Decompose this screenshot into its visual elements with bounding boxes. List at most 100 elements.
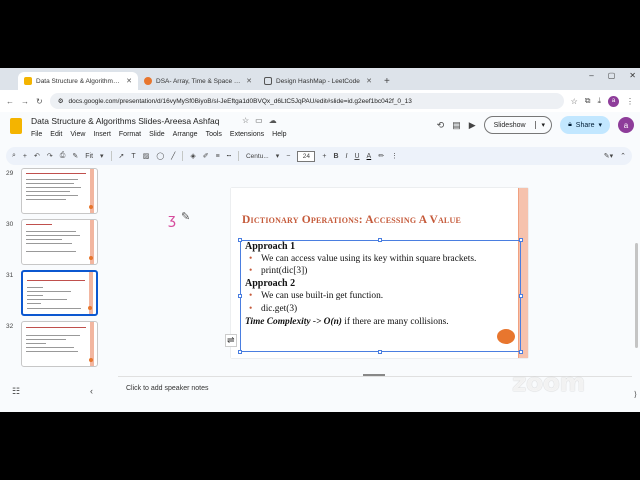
underline-icon[interactable]: U <box>354 153 359 160</box>
star-icon[interactable]: ☆ <box>242 116 249 125</box>
slide-body[interactable]: Approach 1 We can access value using its… <box>245 240 517 329</box>
slideshow-dropdown-icon[interactable]: ▾ <box>534 121 552 129</box>
image-icon[interactable]: ▨ <box>143 152 150 160</box>
history-icon[interactable]: ⟲ <box>437 120 445 131</box>
close-tab-icon[interactable]: ✕ <box>126 77 132 85</box>
resize-handle[interactable] <box>378 350 382 354</box>
font-size-increase-icon[interactable]: + <box>322 153 326 160</box>
minimize-icon[interactable]: – <box>589 71 593 80</box>
user-avatar[interactable]: a <box>618 117 634 133</box>
menu-file[interactable]: File <box>31 131 42 138</box>
redo-icon[interactable]: ↷ <box>47 152 53 160</box>
print-icon[interactable]: ⎙ <box>60 152 66 160</box>
menu-format[interactable]: Format <box>119 131 141 138</box>
undo-icon[interactable]: ↶ <box>34 152 40 160</box>
collapse-filmstrip-icon[interactable]: ‹ <box>90 386 93 396</box>
slide-thumbnail-selected[interactable] <box>21 270 98 316</box>
bold-icon[interactable]: B <box>333 153 338 160</box>
collapse-toolbar-icon[interactable]: ⌃ <box>620 152 626 160</box>
close-tab-icon[interactable]: ✕ <box>366 77 372 85</box>
share-button[interactable]: 🔒︎ Share ▾ <box>560 116 610 134</box>
more-options-icon[interactable]: ⋮ <box>391 152 398 160</box>
menu-extensions[interactable]: Extensions <box>230 131 264 138</box>
maximize-icon[interactable]: ▢ <box>608 71 616 80</box>
slide-thumbnail-row[interactable]: 32 <box>0 321 104 369</box>
border-dash-icon[interactable]: ┅ <box>227 152 231 160</box>
resize-handle[interactable] <box>238 238 242 242</box>
close-tab-icon[interactable]: ✕ <box>246 77 252 85</box>
slide-title[interactable]: Dictionary Operations: Accessing A Value <box>242 214 461 226</box>
profile-avatar[interactable]: a <box>608 95 619 107</box>
browser-menu-icon[interactable]: ⋮ <box>626 97 634 106</box>
meet-icon[interactable]: ▶ <box>469 120 476 131</box>
highlight-icon[interactable]: ✏ <box>378 152 384 160</box>
fill-color-icon[interactable]: ◈ <box>190 152 195 160</box>
document-title[interactable]: Data Structure & Algorithms Slides-Arees… <box>31 116 220 126</box>
font-dropdown-icon[interactable]: ▾ <box>276 152 280 160</box>
resize-handle[interactable] <box>519 294 523 298</box>
reload-icon[interactable]: ↻ <box>36 97 43 106</box>
vertical-scrollbar[interactable] <box>635 243 638 348</box>
cloud-saved-icon[interactable]: ☁ <box>269 116 277 125</box>
border-weight-icon[interactable]: ≡ <box>216 153 220 160</box>
slide-thumbnail[interactable] <box>21 168 98 214</box>
browser-tab-dsa[interactable]: DSA- Array, Time & Space Com ✕ <box>138 72 258 90</box>
extensions-icon[interactable]: ⧉ <box>585 96 591 106</box>
menu-arrange[interactable]: Arrange <box>173 131 198 138</box>
zoom-dropdown-icon[interactable]: ▾ <box>100 152 104 160</box>
browser-tab-slides[interactable]: Data Structure & Algorithms Sl ✕ <box>18 72 138 90</box>
editing-mode-icon[interactable]: ✎▾ <box>604 152 613 160</box>
slideshow-button[interactable]: Slideshow ▾ <box>483 116 553 134</box>
menu-help[interactable]: Help <box>272 131 286 138</box>
bookmark-star-icon[interactable]: ☆ <box>571 97 578 106</box>
menu-insert[interactable]: Insert <box>93 131 111 138</box>
font-select[interactable]: Centu... <box>246 153 269 160</box>
shape-icon[interactable]: ◯ <box>156 152 164 160</box>
slides-logo-icon[interactable] <box>10 118 22 134</box>
resize-handle[interactable] <box>519 350 523 354</box>
share-dropdown-icon[interactable]: ▾ <box>598 121 602 129</box>
download-icon[interactable]: ⤓ <box>597 96 601 106</box>
current-slide[interactable]: Dictionary Operations: Accessing A Value… <box>231 188 528 358</box>
resize-handle[interactable] <box>519 238 523 242</box>
back-icon[interactable]: ← <box>6 97 14 106</box>
text-color-icon[interactable]: A <box>367 153 372 160</box>
slide-thumbnail[interactable] <box>21 219 98 265</box>
slide-thumbnail-row[interactable]: 30 <box>0 219 104 267</box>
zoom-select[interactable]: Fit <box>85 153 93 160</box>
font-size-decrease-icon[interactable]: − <box>286 153 290 160</box>
resize-handle[interactable] <box>238 294 242 298</box>
slide-thumbnail-row[interactable]: 29 <box>0 168 104 216</box>
paint-format-icon[interactable]: ✎ <box>72 152 78 160</box>
resize-handle[interactable] <box>238 350 242 354</box>
slide-thumbnail[interactable] <box>21 321 98 367</box>
text-options-icon[interactable]: ⇌ <box>225 334 237 347</box>
site-info-icon[interactable]: ⚙ <box>58 97 64 105</box>
menu-slide[interactable]: Slide <box>149 131 165 138</box>
notes-resize-grip[interactable] <box>363 374 385 376</box>
url-field[interactable]: ⚙ docs.google.com/presentation/d/16vyMyS… <box>49 93 564 109</box>
menu-tools[interactable]: Tools <box>206 131 222 138</box>
pencil-icon[interactable]: ✎ <box>181 210 190 223</box>
search-menus-icon[interactable]: ⌕ <box>12 152 16 160</box>
grid-view-icon[interactable]: ☷ <box>12 386 20 397</box>
move-folder-icon[interactable]: ▭ <box>255 116 263 125</box>
side-panel-toggle-icon[interactable]: ⟩ <box>634 390 637 399</box>
italic-icon[interactable]: I <box>346 153 348 160</box>
menu-view[interactable]: View <box>70 131 85 138</box>
select-cursor-icon[interactable]: ➚ <box>119 152 125 160</box>
border-color-icon[interactable]: ✐ <box>203 152 209 160</box>
new-tab-button[interactable]: + <box>378 76 396 90</box>
text-box-icon[interactable]: T <box>131 153 135 160</box>
slide-canvas[interactable]: ʒ ✎ Dictionary Operations: Accessing A V… <box>118 180 632 360</box>
thumbnail-line <box>26 231 76 232</box>
new-slide-icon[interactable]: + <box>23 153 27 160</box>
browser-tab-leetcode[interactable]: Design HashMap - LeetCode ✕ <box>258 72 378 90</box>
font-size-input[interactable]: 24 <box>297 150 316 162</box>
line-icon[interactable]: ╱ <box>171 152 175 160</box>
close-window-icon[interactable]: ✕ <box>629 71 636 80</box>
forward-icon[interactable]: → <box>21 97 29 106</box>
slide-thumbnail-row-selected[interactable]: 31 <box>0 270 104 318</box>
comment-icon[interactable]: ▤ <box>452 120 461 131</box>
menu-edit[interactable]: Edit <box>50 131 62 138</box>
